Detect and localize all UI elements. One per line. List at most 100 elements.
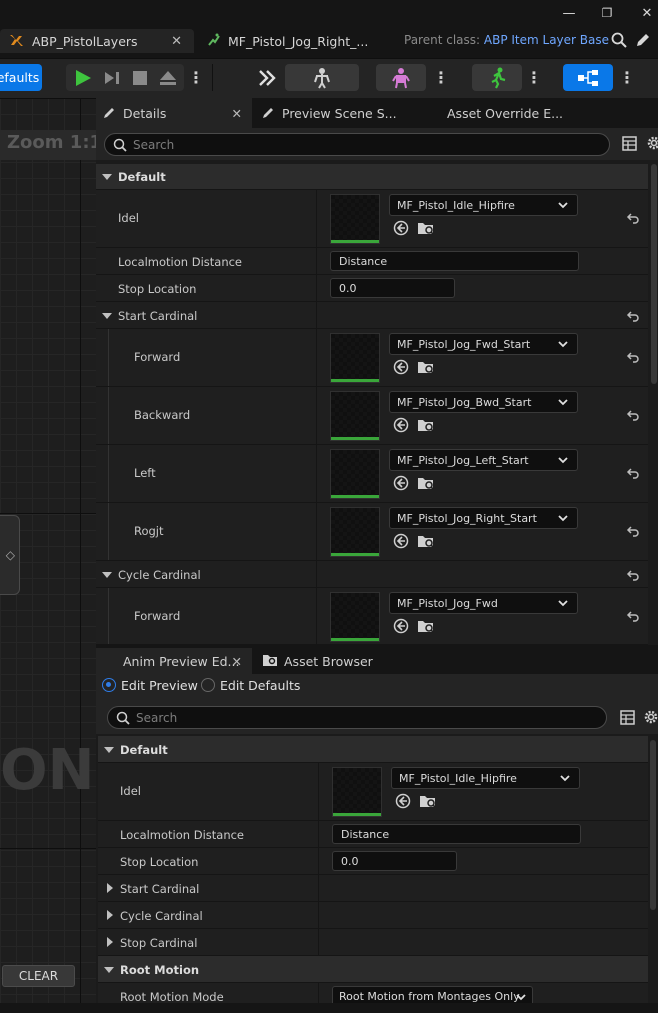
tab-asset-override-editor[interactable]: Asset Override E... xyxy=(447,98,647,128)
edit-pencil-icon[interactable] xyxy=(635,32,651,51)
doc-tab-abp-pistollayers[interactable]: ABP_PistolLayers ✕ xyxy=(0,29,194,53)
play-options-menu[interactable]: ⋮ xyxy=(186,64,206,91)
category-root-motion[interactable]: Root Motion xyxy=(98,956,648,983)
struct-start-cardinal[interactable]: Start Cardinal xyxy=(96,302,648,329)
browse-asset-icon[interactable] xyxy=(417,475,435,491)
reset-to-default-icon[interactable] xyxy=(626,524,640,538)
struct-start-cardinal[interactable]: Start Cardinal xyxy=(98,875,648,902)
clear-button[interactable]: CLEAR xyxy=(2,965,75,987)
asset-picker-combo[interactable]: MF_Pistol_Jog_Left_Start xyxy=(389,449,578,471)
play-icon[interactable] xyxy=(74,69,92,90)
edit-preview-label[interactable]: Edit Preview xyxy=(121,678,198,693)
reset-to-default-icon[interactable] xyxy=(626,568,640,582)
edit-defaults-radio[interactable] xyxy=(201,678,215,692)
browse-asset-icon[interactable] xyxy=(417,359,435,375)
restore-icon[interactable]: ❐ xyxy=(596,6,618,20)
asset-picker-combo[interactable]: MF_Pistol_Jog_Fwd_Start xyxy=(389,333,578,355)
step-icon[interactable] xyxy=(104,70,120,89)
graph-options-menu[interactable]: ⋮ xyxy=(617,64,637,91)
close-tab-icon[interactable]: ✕ xyxy=(232,654,242,669)
browse-asset-icon[interactable] xyxy=(417,618,435,634)
asset-picker-combo[interactable]: MF_Pistol_Jog_Right_Start xyxy=(389,507,578,529)
asset-picker-combo[interactable]: MF_Pistol_Idle_Hipfire xyxy=(389,194,578,216)
details-search-input[interactable]: Search xyxy=(104,133,610,156)
use-selected-icon[interactable] xyxy=(395,793,411,809)
stop-icon[interactable] xyxy=(132,70,148,89)
use-selected-icon[interactable] xyxy=(393,359,409,375)
close-tab-icon[interactable]: ✕ xyxy=(232,106,242,121)
expand-arrow-icon xyxy=(107,883,113,893)
details-scrollbar[interactable] xyxy=(651,164,657,384)
reset-to-default-icon[interactable] xyxy=(626,309,640,323)
localmotion-distance-field[interactable]: Distance xyxy=(332,824,581,844)
use-selected-icon[interactable] xyxy=(393,618,409,634)
search-icon[interactable] xyxy=(611,32,627,51)
asset-name: MF_Pistol_Jog_Fwd xyxy=(397,596,498,610)
skeleton-mode-button[interactable] xyxy=(285,64,359,91)
table-view-icon[interactable] xyxy=(622,136,637,154)
asset-thumbnail[interactable] xyxy=(330,449,380,499)
category-default[interactable]: Default xyxy=(96,164,648,190)
use-selected-icon[interactable] xyxy=(393,475,409,491)
asset-thumbnail[interactable] xyxy=(330,194,380,244)
reset-to-default-icon[interactable] xyxy=(626,350,640,364)
anim-graph-canvas[interactable]: Zoom 1:1 ◇ ON xyxy=(0,98,96,1013)
browse-asset-icon[interactable] xyxy=(419,793,437,809)
asset-thumbnail[interactable] xyxy=(332,767,382,817)
close-tab-icon[interactable]: ✕ xyxy=(171,34,182,49)
struct-cycle-cardinal[interactable]: Cycle Cardinal xyxy=(98,902,648,929)
doc-tab-mf-pistol-jog-right[interactable]: MF_Pistol_Jog_Right_... xyxy=(200,29,372,53)
settings-gear-icon[interactable] xyxy=(646,135,658,154)
table-view-icon[interactable] xyxy=(620,710,635,728)
asset-thumbnail[interactable] xyxy=(330,333,380,383)
use-selected-icon[interactable] xyxy=(393,220,409,236)
localmotion-distance-field[interactable]: Distance xyxy=(330,251,579,271)
tab-anim-preview-editor[interactable]: Anim Preview Ed... ✕ xyxy=(96,648,252,674)
graph-node[interactable]: ◇ xyxy=(0,515,20,595)
browse-asset-icon[interactable] xyxy=(417,220,435,236)
graph-mode-button[interactable] xyxy=(563,64,613,91)
minimize-icon[interactable]: — xyxy=(558,6,580,21)
eject-icon[interactable] xyxy=(159,70,177,89)
struct-label: Start Cardinal xyxy=(120,882,200,896)
animation-options-menu[interactable]: ⋮ xyxy=(524,64,544,91)
tab-details[interactable]: Details ✕ xyxy=(96,98,252,128)
mesh-options-menu[interactable]: ⋮ xyxy=(431,64,451,91)
mesh-mode-button[interactable] xyxy=(376,64,426,91)
reset-to-default-icon[interactable] xyxy=(626,408,640,422)
reset-to-default-icon[interactable] xyxy=(626,211,640,225)
use-selected-icon[interactable] xyxy=(393,417,409,433)
stop-location-field[interactable]: 0.0 xyxy=(332,851,457,871)
parent-class-link[interactable]: ABP Item Layer Base xyxy=(484,33,609,47)
stop-location-field[interactable]: 0.0 xyxy=(330,278,455,298)
struct-cycle-cardinal[interactable]: Cycle Cardinal xyxy=(96,561,648,588)
property-label: Rogjt xyxy=(134,524,164,538)
category-default[interactable]: Default xyxy=(98,736,648,763)
settings-gear-icon[interactable] xyxy=(643,709,658,728)
preview-search-input[interactable]: Search xyxy=(107,706,607,729)
preview-scrollbar[interactable] xyxy=(650,740,656,910)
tab-asset-browser[interactable]: Asset Browser xyxy=(262,648,392,674)
reset-to-default-icon[interactable] xyxy=(626,609,640,623)
asset-picker-combo[interactable]: MF_Pistol_Jog_Fwd xyxy=(389,592,578,614)
struct-stop-cardinal[interactable]: Stop Cardinal xyxy=(98,929,648,956)
edit-defaults-label[interactable]: Edit Defaults xyxy=(220,678,300,693)
class-defaults-button[interactable]: efaults xyxy=(0,64,42,91)
browse-asset-icon[interactable] xyxy=(417,533,435,549)
more-chevron-icon[interactable] xyxy=(257,68,277,91)
asset-picker-combo[interactable]: MF_Pistol_Jog_Bwd_Start xyxy=(389,391,578,413)
reset-to-default-icon[interactable] xyxy=(626,466,640,480)
animation-mode-button[interactable] xyxy=(472,64,522,91)
asset-thumbnail[interactable] xyxy=(330,391,380,441)
asset-thumbnail[interactable] xyxy=(330,507,380,557)
close-window-icon[interactable]: ✕ xyxy=(636,6,658,21)
browse-asset-icon[interactable] xyxy=(417,417,435,433)
doc-tab-label: ABP_PistolLayers xyxy=(32,33,138,49)
edit-preview-radio[interactable] xyxy=(102,678,116,692)
asset-picker-combo[interactable]: MF_Pistol_Idle_Hipfire xyxy=(391,767,580,789)
anim-preview-panel: Anim Preview Ed... ✕ Asset Browser Edit … xyxy=(96,648,658,1013)
category-label: Default xyxy=(120,743,168,757)
tab-preview-scene-settings[interactable]: Preview Scene S... xyxy=(262,98,422,128)
asset-thumbnail[interactable] xyxy=(330,592,380,642)
use-selected-icon[interactable] xyxy=(393,533,409,549)
